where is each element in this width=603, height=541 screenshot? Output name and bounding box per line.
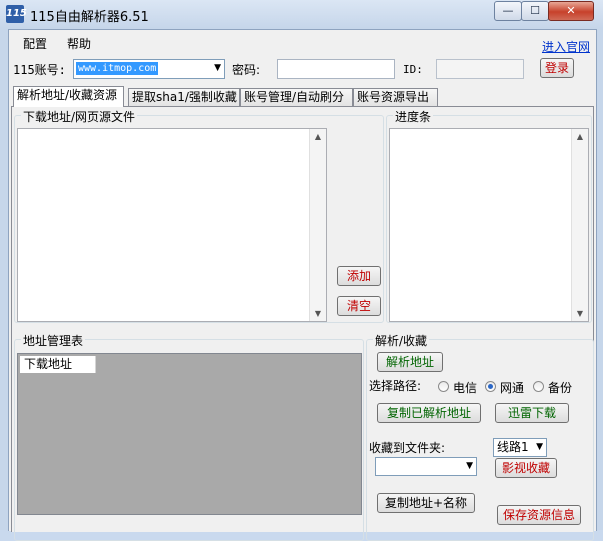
radio-backup[interactable] [533, 381, 544, 392]
client-area: 配置 帮助 进入官网 115账号: www.itmop.com ▼ 密码: ID… [8, 29, 597, 541]
minimize-button[interactable]: — [494, 1, 522, 21]
radio-telecom-label: 电信 [453, 381, 478, 395]
tab-panel-parse: 下载地址/网页源文件 ▲ ▼ 添加 清空 进度条 ▲ ▼ 地址管理表 下载地址 … [11, 106, 594, 541]
account-value: www.itmop.com [76, 62, 159, 75]
scroll-down-icon[interactable]: ▼ [572, 309, 588, 318]
close-button[interactable]: ✕ [548, 1, 594, 21]
app-icon: 115 [6, 5, 27, 23]
route-select[interactable]: 线路1 ▼ [493, 438, 547, 457]
progress-log[interactable]: ▲ ▼ [389, 128, 589, 322]
path-label: 选择路径: [369, 379, 422, 393]
video-collect-button[interactable]: 影视收藏 [495, 458, 557, 478]
app-window: 115 115自由解析器6.51 — ☐ ✕ 配置 帮助 进入官网 115账号:… [0, 0, 603, 541]
folder-select[interactable]: ▼ [375, 457, 477, 476]
menu-bar: 配置 帮助 进入官网 [9, 30, 596, 54]
copy-url-name-button[interactable]: 复制地址+名称 [377, 493, 475, 513]
parse-address-button[interactable]: 解析地址 [377, 352, 443, 372]
menu-config[interactable]: 配置 [23, 35, 47, 52]
maximize-button[interactable]: ☐ [521, 1, 549, 21]
column-header-url[interactable]: 下载地址 [20, 356, 96, 373]
download-url-textarea[interactable]: ▲ ▼ [17, 128, 327, 322]
parse-group-title: 解析/收藏 [373, 332, 430, 349]
login-button[interactable]: 登录 [540, 58, 574, 78]
dropdown-arrow-icon[interactable]: ▼ [536, 439, 543, 456]
radio-backup-label: 备份 [548, 381, 573, 395]
download-scrollbar[interactable]: ▲ ▼ [309, 129, 326, 321]
scroll-up-icon[interactable]: ▲ [310, 132, 326, 141]
id-field[interactable] [436, 59, 524, 79]
id-label: ID: [403, 63, 423, 76]
menu-help[interactable]: 帮助 [67, 35, 91, 52]
tab-extract-sha1[interactable]: 提取sha1/强制收藏 [128, 88, 240, 106]
tab-account-manage[interactable]: 账号管理/自动刷分 [240, 88, 353, 106]
dropdown-arrow-icon[interactable]: ▼ [214, 63, 221, 73]
progress-group: 进度条 ▲ ▼ [386, 108, 592, 323]
download-group: 下载地址/网页源文件 ▲ ▼ 添加 清空 [14, 108, 384, 323]
download-group-title: 下载地址/网页源文件 [21, 108, 138, 125]
password-field[interactable] [277, 59, 395, 79]
radio-telecom[interactable] [438, 381, 449, 392]
progress-scrollbar[interactable]: ▲ ▼ [571, 129, 588, 321]
save-resource-info-button[interactable]: 保存资源信息 [497, 505, 581, 525]
address-list[interactable]: 下载地址 [17, 353, 362, 515]
radio-netcom-label: 网通 [500, 381, 525, 395]
address-table-title: 地址管理表 [21, 332, 86, 349]
route-value: 线路1 [497, 440, 529, 454]
folder-label: 收藏到文件夹: [369, 441, 446, 455]
scroll-down-icon[interactable]: ▼ [310, 309, 326, 318]
password-label: 密码: [232, 63, 261, 77]
copy-parsed-button[interactable]: 复制已解析地址 [377, 403, 481, 423]
window-title: 115自由解析器6.51 [30, 10, 149, 25]
account-label: 115账号: [13, 63, 66, 77]
title-bar: 115 115自由解析器6.51 — ☐ ✕ [0, 0, 603, 28]
progress-group-title: 进度条 [393, 108, 434, 125]
parse-group: 解析/收藏 解析地址 选择路径: 电信 网通 备份 复制已解析地址 迅雷下载 收… [366, 332, 594, 541]
thunder-download-button[interactable]: 迅雷下载 [495, 403, 569, 423]
account-combobox[interactable]: www.itmop.com ▼ [73, 59, 225, 79]
radio-netcom[interactable] [485, 381, 496, 392]
clear-button[interactable]: 清空 [337, 296, 381, 316]
account-row: 115账号: www.itmop.com ▼ 密码: ID: 登录 [9, 56, 596, 86]
official-site-link[interactable]: 进入官网 [542, 38, 590, 55]
dropdown-arrow-icon[interactable]: ▼ [466, 458, 473, 475]
add-button[interactable]: 添加 [337, 266, 381, 286]
tab-account-export[interactable]: 账号资源导出 [353, 88, 438, 106]
address-table-group: 地址管理表 下载地址 [14, 332, 364, 541]
tab-parse-collect[interactable]: 解析地址/收藏资源 [13, 86, 124, 107]
scroll-up-icon[interactable]: ▲ [572, 132, 588, 141]
